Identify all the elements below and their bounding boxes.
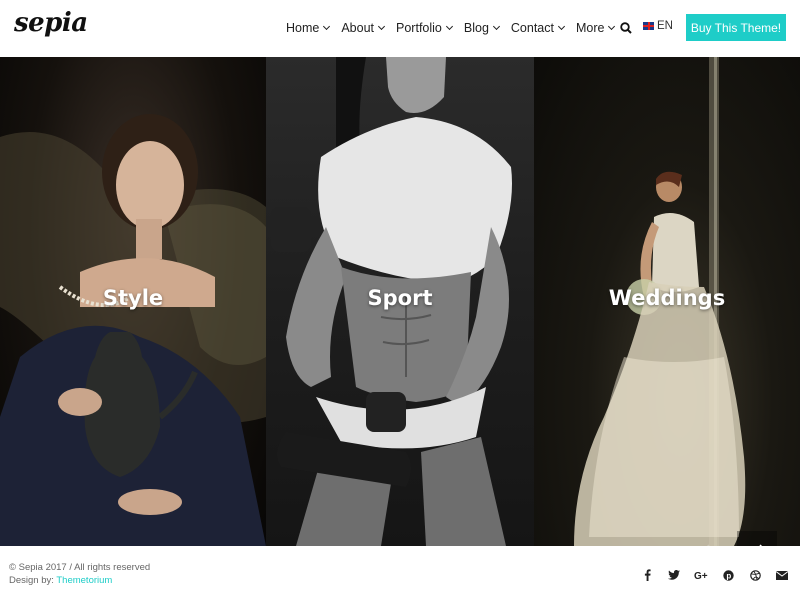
svg-text:G+: G+ [694,571,708,580]
category-panels: Style Sport Weddings [0,57,800,571]
nav-item-label: Portfolio [396,21,442,35]
panel-style[interactable]: Style [0,57,266,546]
panel-title: Style [102,286,164,310]
copyright-text: © Sepia 2017 / All rights reserved [9,562,151,573]
site-logo[interactable]: sepia [14,8,88,38]
language-label: EN [657,20,673,32]
design-prefix: Design by: [9,575,57,586]
chevron-down-icon [323,22,331,31]
svg-text:p: p [726,571,731,580]
pinterest-icon[interactable]: p [721,568,735,582]
nav-item-blog[interactable]: Blog [463,21,500,35]
nav-item-label: About [341,21,375,35]
main-nav: Home About Portfolio Blog Contact More [286,20,626,36]
site-header: sepia Home About Portfolio Blog Contact … [0,0,800,57]
nav-item-more[interactable]: More [576,21,616,35]
nav-item-label: Home [286,21,320,35]
language-switcher[interactable]: EN [643,20,673,32]
design-credit: Design by: Themetorium [9,575,112,586]
uk-flag-icon [643,22,654,30]
nav-item-home[interactable]: Home [286,21,331,35]
chevron-down-icon [608,22,616,31]
facebook-icon[interactable] [640,568,654,582]
panel-title: Sport [367,286,433,310]
chevron-down-icon [557,22,566,31]
google-plus-icon[interactable]: G+ [694,568,708,582]
nav-item-about[interactable]: About [341,21,386,35]
chevron-down-icon [377,22,386,31]
search-icon[interactable] [620,21,632,34]
nav-item-label: Blog [463,21,489,35]
social-links: G+ p [640,568,800,582]
buy-theme-button[interactable]: Buy This Theme! [686,14,786,41]
nav-item-label: More [576,21,605,35]
nav-item-contact[interactable]: Contact [510,21,566,35]
themetorium-link[interactable]: Themetorium [56,575,112,586]
dribbble-icon[interactable] [748,568,762,582]
email-icon[interactable] [775,568,789,582]
nav-item-portfolio[interactable]: Portfolio [396,21,453,35]
nav-item-label: Contact [510,21,554,35]
twitter-icon[interactable] [667,568,681,582]
chevron-down-icon [445,22,453,31]
panel-title: Weddings [608,286,726,310]
panel-weddings[interactable]: Weddings [534,57,800,546]
chevron-down-icon [492,22,500,31]
panel-sport[interactable]: Sport [266,57,534,546]
site-footer: © Sepia 2017 / All rights reserved Desig… [0,546,800,600]
